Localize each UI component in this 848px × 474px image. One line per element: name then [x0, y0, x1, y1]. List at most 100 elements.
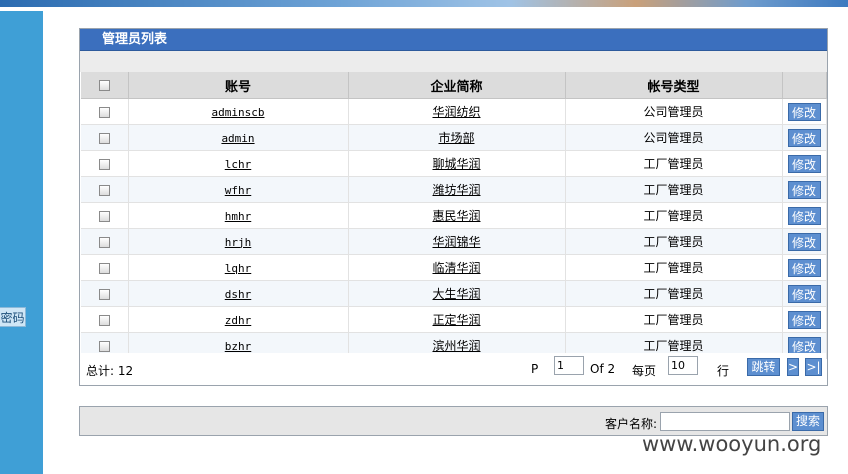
enterprise-link[interactable]: 市场部 [438, 131, 474, 145]
table-row: dshr 大生华润 工厂管理员 修改 [81, 280, 827, 307]
edit-button[interactable]: 修改 [787, 154, 821, 173]
table-header-row: 账号 企业简称 帐号类型 [81, 72, 827, 99]
row-checkbox[interactable] [98, 288, 110, 300]
enterprise-link[interactable]: 华润锦华 [432, 235, 480, 249]
account-cell: lqhr [128, 254, 349, 281]
watermark: www.wooyun.org [642, 432, 822, 456]
enterprise-cell: 潍坊华润 [348, 176, 566, 203]
edit-button[interactable]: 修改 [787, 206, 821, 225]
rows-label: 行 [717, 364, 730, 378]
edit-button[interactable]: 修改 [787, 336, 821, 355]
table-row: wfhr 潍坊华润 工厂管理员 修改 [81, 176, 827, 203]
row-checkbox[interactable] [98, 314, 110, 326]
page-number-input[interactable]: 1 [554, 356, 584, 375]
row-checkbox[interactable] [98, 106, 110, 118]
account-type-cell: 工厂管理员 [565, 280, 783, 307]
account-link[interactable]: hrjh [225, 236, 252, 249]
panel-title: 管理员列表 [80, 29, 827, 51]
account-link[interactable]: lqhr [225, 262, 252, 275]
edit-button[interactable]: 修改 [787, 102, 821, 121]
select-all-checkbox[interactable] [98, 79, 110, 91]
enterprise-cell: 聊城华润 [348, 150, 566, 177]
row-select-cell [81, 202, 129, 229]
search-button[interactable]: 搜索 [792, 412, 824, 431]
edit-button[interactable]: 修改 [787, 284, 821, 303]
action-cell: 修改 [782, 150, 827, 177]
edit-button[interactable]: 修改 [787, 128, 821, 147]
action-cell: 修改 [782, 306, 827, 333]
column-header-account-type: 帐号类型 [565, 72, 783, 99]
row-select-cell [81, 254, 129, 281]
account-type-cell: 工厂管理员 [565, 306, 783, 333]
enterprise-link[interactable]: 滨州华润 [432, 339, 480, 353]
enterprise-link[interactable]: 大生华润 [432, 287, 480, 301]
table-row: hrjh 华润锦华 工厂管理员 修改 [81, 228, 827, 255]
row-select-cell [81, 150, 129, 177]
account-link[interactable]: wfhr [225, 184, 252, 197]
enterprise-cell: 临清华润 [348, 254, 566, 281]
enterprise-link[interactable]: 聊城华润 [432, 157, 480, 171]
account-cell: dshr [128, 280, 349, 307]
row-checkbox[interactable] [98, 236, 110, 248]
row-select-cell [81, 228, 129, 255]
account-cell: zdhr [128, 306, 349, 333]
enterprise-cell: 大生华润 [348, 280, 566, 307]
table-row: hmhr 惠民华润 工厂管理员 修改 [81, 202, 827, 229]
edit-button[interactable]: 修改 [787, 310, 821, 329]
jump-button[interactable]: 跳转 [747, 358, 780, 376]
left-sidebar [0, 11, 43, 474]
account-type-cell: 工厂管理员 [565, 150, 783, 177]
row-checkbox[interactable] [98, 158, 110, 170]
row-checkbox[interactable] [98, 210, 110, 222]
account-link[interactable]: admin [221, 132, 254, 145]
account-link[interactable]: adminscb [212, 106, 265, 119]
pagination-bar: 总计: 12 P 1 Of 2 每页 10 行 跳转 > >| [81, 353, 826, 383]
account-cell: wfhr [128, 176, 349, 203]
row-select-cell [81, 306, 129, 333]
enterprise-link[interactable]: 临清华润 [432, 261, 480, 275]
row-checkbox[interactable] [98, 262, 110, 274]
customer-name-input[interactable] [660, 412, 790, 431]
row-select-cell [81, 280, 129, 307]
last-page-button[interactable]: >| [805, 358, 822, 376]
account-link[interactable]: bzhr [225, 340, 252, 353]
account-cell: hmhr [128, 202, 349, 229]
action-cell: 修改 [782, 124, 827, 151]
enterprise-cell: 市场部 [348, 124, 566, 151]
account-link[interactable]: dshr [225, 288, 252, 301]
admin-list-panel: 管理员列表 账号 企业简称 帐号类型 adminscb 华润纺织 公司管理员 修改 ad… [79, 28, 828, 386]
sidebar-item-password[interactable]: 密码 [0, 307, 26, 327]
next-page-button[interactable]: > [787, 358, 799, 376]
account-link[interactable]: zdhr [225, 314, 252, 327]
enterprise-link[interactable]: 华润纺织 [432, 105, 480, 119]
enterprise-link[interactable]: 正定华润 [432, 313, 480, 327]
row-select-cell [81, 98, 129, 125]
account-type-cell: 工厂管理员 [565, 254, 783, 281]
action-cell: 修改 [782, 98, 827, 125]
per-page-input[interactable]: 10 [668, 356, 698, 375]
edit-button[interactable]: 修改 [787, 180, 821, 199]
account-link[interactable]: hmhr [225, 210, 252, 223]
page-total: Of 2 [590, 362, 616, 376]
edit-button[interactable]: 修改 [787, 258, 821, 277]
page-prefix: P [531, 362, 539, 376]
action-cell: 修改 [782, 254, 827, 281]
row-select-cell [81, 176, 129, 203]
account-type-cell: 工厂管理员 [565, 202, 783, 229]
row-checkbox[interactable] [98, 132, 110, 144]
enterprise-link[interactable]: 潍坊华润 [432, 183, 480, 197]
action-cell: 修改 [782, 228, 827, 255]
top-banner [0, 0, 848, 7]
table-row: zdhr 正定华润 工厂管理员 修改 [81, 306, 827, 333]
account-type-cell: 公司管理员 [565, 98, 783, 125]
account-cell: admin [128, 124, 349, 151]
enterprise-cell: 华润锦华 [348, 228, 566, 255]
row-checkbox[interactable] [98, 340, 110, 352]
enterprise-cell: 华润纺织 [348, 98, 566, 125]
enterprise-link[interactable]: 惠民华润 [432, 209, 480, 223]
account-link[interactable]: lchr [225, 158, 252, 171]
row-select-cell [81, 124, 129, 151]
edit-button[interactable]: 修改 [787, 232, 821, 251]
table-body: adminscb 华润纺织 公司管理员 修改 admin 市场部 公司管理员 修改 lchr 聊城… [81, 98, 827, 359]
row-checkbox[interactable] [98, 184, 110, 196]
